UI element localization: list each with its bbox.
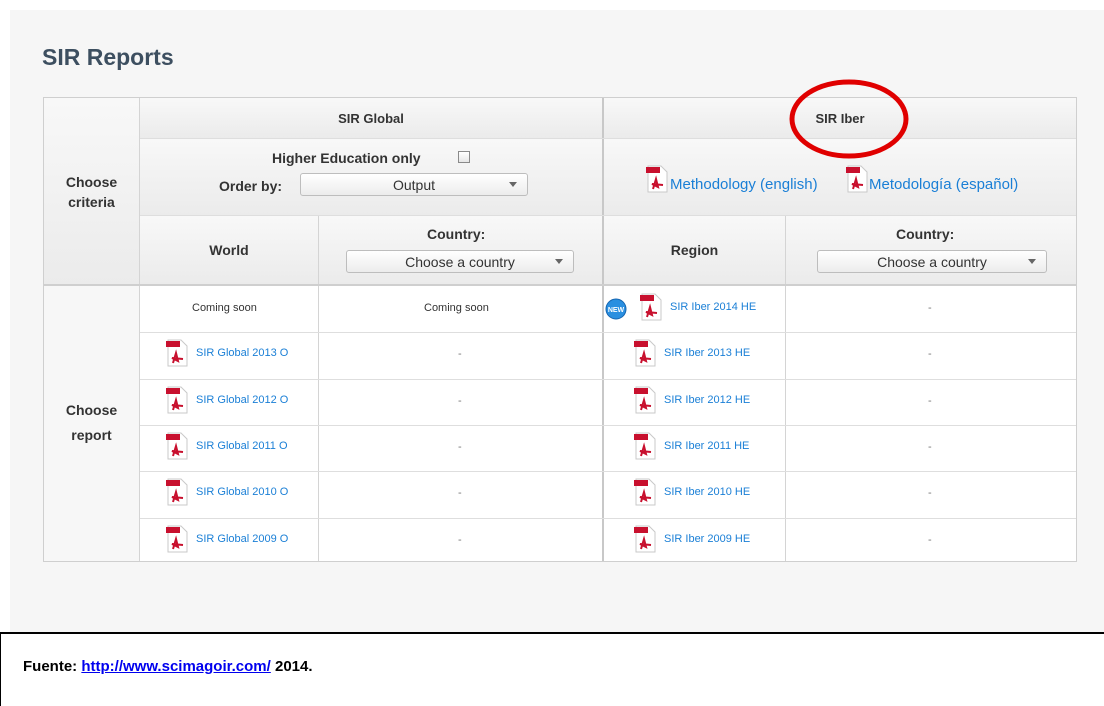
higher-education-checkbox[interactable] — [458, 151, 470, 163]
dropdown-caret-icon — [509, 182, 517, 187]
iber-report-link[interactable]: SIR Iber 2010 HE — [664, 486, 750, 498]
global-country-placeholder: Choose a country — [405, 253, 515, 270]
pdf-icon — [846, 165, 868, 193]
pdf-icon — [634, 525, 656, 553]
row-divider — [140, 471, 1076, 473]
order-by-label: Order by: — [219, 178, 283, 194]
divider — [140, 215, 1076, 216]
choose-report-cell: Choose report — [44, 285, 139, 561]
order-by-select[interactable]: Output — [300, 173, 528, 196]
world-cell-text: Coming soon — [192, 302, 257, 315]
pdf-icon — [634, 386, 656, 414]
pdf-icon — [166, 339, 188, 367]
iber-country-placeholder: Choose a country — [877, 253, 987, 270]
higher-education-label: Higher Education only — [272, 150, 421, 166]
metodologia-espanol-link[interactable]: Metodología (español) — [869, 176, 1018, 193]
pdf-icon — [634, 432, 656, 460]
pdf-icon — [166, 386, 188, 414]
choose-criteria-cell: Choose criteria — [44, 98, 139, 285]
pdf-icon — [634, 339, 656, 367]
row-divider — [140, 332, 1076, 334]
pdf-icon — [166, 478, 188, 506]
pdf-icon — [166, 525, 188, 553]
highlight-circle — [789, 79, 909, 159]
row-divider — [140, 424, 1076, 426]
divider — [139, 98, 140, 561]
global-country-cell: - — [458, 348, 462, 361]
global-country-cell: - — [458, 441, 462, 454]
divider — [140, 138, 1076, 139]
iber-country-cell: - — [928, 487, 932, 500]
new-badge-icon: NEW — [605, 298, 627, 320]
pdf-icon — [646, 165, 668, 193]
divider — [318, 216, 319, 561]
choose-report-label: Choose report — [65, 402, 118, 443]
global-country-cell: Coming soon — [424, 302, 489, 315]
global-report-link[interactable]: SIR Global 2012 O — [196, 394, 288, 406]
iber-country-cell: - — [928, 441, 932, 454]
global-report-link[interactable]: SIR Global 2010 O — [196, 486, 288, 498]
iber-report-link[interactable]: SIR Iber 2013 HE — [664, 347, 750, 359]
sir-global-header: SIR Global — [140, 98, 602, 138]
divider — [602, 98, 604, 561]
pdf-icon — [634, 478, 656, 506]
footer-label: Fuente: — [23, 658, 78, 675]
choose-criteria-label: Choose criteria — [65, 173, 118, 210]
iber-report-link[interactable]: SIR Iber 2009 HE — [664, 533, 750, 545]
global-country-label: Country: — [427, 226, 486, 242]
reports-table: Choose criteria Choose report SIR Global… — [43, 97, 1077, 562]
dropdown-caret-icon — [1028, 259, 1036, 264]
global-report-link[interactable]: SIR Global 2009 O — [196, 533, 288, 545]
footer-url-link[interactable]: http://www.scimagoir.com/ — [81, 658, 270, 675]
page-title: SIR Reports — [42, 44, 174, 70]
iber-country-cell: - — [928, 302, 932, 315]
footer-year: 2014. — [275, 658, 313, 675]
divider — [44, 284, 1076, 286]
row-divider — [140, 378, 1076, 380]
pdf-icon — [166, 432, 188, 460]
global-report-link[interactable]: SIR Global 2011 O — [196, 440, 288, 452]
global-country-select[interactable]: Choose a country — [346, 250, 574, 273]
global-country-cell: - — [458, 533, 462, 546]
dropdown-caret-icon — [555, 259, 563, 264]
world-subheader: World — [140, 216, 318, 284]
iber-report-link[interactable]: SIR Iber 2012 HE — [664, 394, 750, 406]
iber-report-link[interactable]: SIR Iber 2014 HE — [670, 301, 756, 313]
iber-country-label: Country: — [896, 226, 955, 242]
iber-country-cell: - — [928, 394, 932, 407]
region-subheader: Region — [604, 216, 785, 284]
svg-text:NEW: NEW — [608, 307, 625, 314]
iber-country-select[interactable]: Choose a country — [817, 250, 1047, 273]
source-footer: Fuente: http://www.scimagoir.com/ 2014. — [0, 632, 1104, 706]
global-country-cell: - — [458, 487, 462, 500]
divider — [785, 216, 786, 561]
iber-country-cell: - — [928, 533, 932, 546]
row-divider — [140, 517, 1076, 519]
pdf-icon — [640, 293, 662, 321]
iber-country-cell: - — [928, 348, 932, 361]
order-by-value: Output — [392, 176, 436, 193]
methodology-english-link[interactable]: Methodology (english) — [670, 176, 818, 193]
app-window: SIR Reports Choose criteria Choose repor… — [10, 10, 1104, 632]
global-report-link[interactable]: SIR Global 2013 O — [196, 347, 288, 359]
iber-report-link[interactable]: SIR Iber 2011 HE — [664, 440, 749, 452]
footer-text: Fuente: http://www.scimagoir.com/ 2014. — [23, 658, 313, 675]
global-country-cell: - — [458, 394, 462, 407]
